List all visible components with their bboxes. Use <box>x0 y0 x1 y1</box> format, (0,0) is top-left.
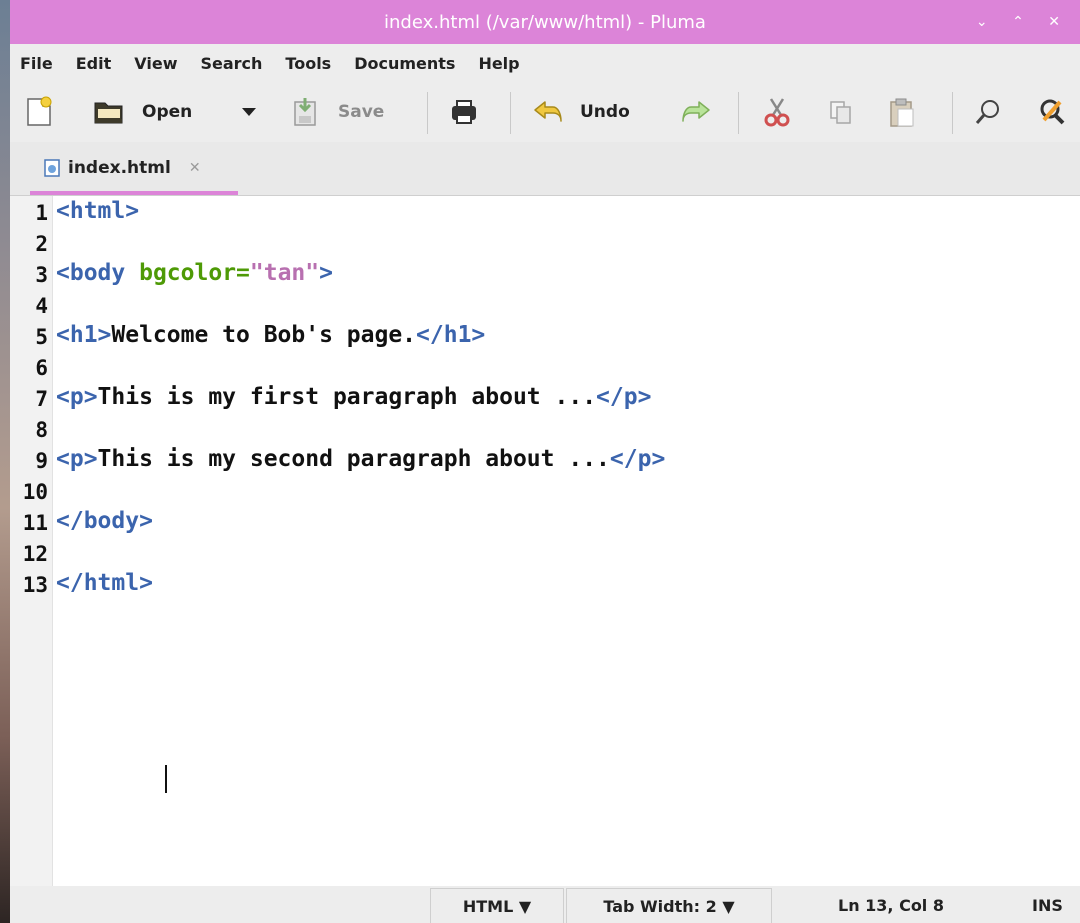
copy-icon <box>830 101 851 124</box>
toolbar-separator <box>738 92 739 134</box>
code-line[interactable]: <p>This is my first paragraph about ...<… <box>56 384 651 410</box>
menu-file[interactable]: File <box>20 54 53 73</box>
recent-files-dropdown[interactable] <box>242 95 256 129</box>
tab-index-html[interactable]: index.html ✕ <box>30 142 238 193</box>
line-number: 7 <box>35 387 48 411</box>
line-number: 10 <box>22 480 48 504</box>
code-line[interactable]: <p>This is my second paragraph about ...… <box>56 446 665 472</box>
menu-search[interactable]: Search <box>200 54 262 73</box>
redo-icon <box>682 101 710 122</box>
scissors-icon <box>764 98 790 127</box>
tab-bar: index.html ✕ <box>10 142 1080 195</box>
paste-icon <box>890 98 914 127</box>
copy-button[interactable] <box>826 95 854 129</box>
line-number: 2 <box>35 232 48 256</box>
undo-icon <box>534 101 562 122</box>
code-line[interactable]: <h1>Welcome to Bob's page.</h1> <box>56 322 485 348</box>
line-number-gutter: 1 2 3 4 5 6 7 8 9 10 11 12 13 <box>10 196 53 887</box>
close-tab-icon[interactable]: ✕ <box>189 160 201 176</box>
search-icon <box>975 100 999 124</box>
save-icon <box>294 98 316 126</box>
line-number: 5 <box>35 325 48 349</box>
toolbar-separator <box>510 92 511 134</box>
menu-view[interactable]: View <box>134 54 177 73</box>
printer-icon <box>452 100 476 124</box>
status-bar: HTML ▼ Tab Width: 2 ▼ Ln 13, Col 8 INS <box>10 886 1080 923</box>
menu-help[interactable]: Help <box>478 54 519 73</box>
text-editor[interactable]: 1 2 3 4 5 6 7 8 9 10 11 12 13 <html> <bod… <box>10 195 1080 887</box>
save-label: Save <box>338 102 385 122</box>
print-button[interactable] <box>448 95 480 129</box>
window-controls[interactable]: ⌄ ⌃ ✕ <box>976 14 1070 30</box>
code-line[interactable]: </body> <box>56 508 153 534</box>
line-number: 12 <box>22 542 48 566</box>
search-replace-icon <box>1040 99 1065 125</box>
line-number: 3 <box>35 263 48 287</box>
cursor-position: Ln 13, Col 8 <box>838 896 944 915</box>
toolbar-separator <box>952 92 953 134</box>
redo-button[interactable] <box>678 95 712 129</box>
dropdown-arrow-icon <box>242 108 256 116</box>
paste-button[interactable] <box>886 95 916 129</box>
line-number: 1 <box>35 201 48 225</box>
line-number: 11 <box>22 511 48 535</box>
menu-documents[interactable]: Documents <box>354 54 455 73</box>
menu-tools[interactable]: Tools <box>285 54 331 73</box>
code-line[interactable]: </html> <box>56 570 153 596</box>
menu-edit[interactable]: Edit <box>76 54 112 73</box>
folder-open-icon <box>94 102 123 124</box>
open-button[interactable]: Open <box>92 95 192 129</box>
new-document-icon <box>27 96 52 126</box>
tab-label: index.html <box>68 157 171 178</box>
title-bar[interactable]: index.html (/var/www/html) - Pluma ⌄ ⌃ ✕ <box>10 0 1080 44</box>
menu-bar: File Edit View Search Tools Documents He… <box>10 44 1080 82</box>
line-number: 13 <box>22 573 48 597</box>
tab-width-label: Tab Width: 2 ▼ <box>603 897 735 916</box>
text-cursor <box>165 765 167 793</box>
insert-mode: INS <box>1032 896 1063 915</box>
toolbar: Open Save Undo <box>10 82 1080 142</box>
open-label: Open <box>142 102 193 122</box>
pluma-window: index.html (/var/www/html) - Pluma ⌄ ⌃ ✕… <box>10 0 1080 923</box>
line-number: 8 <box>35 418 48 442</box>
html-file-icon <box>44 158 60 177</box>
line-number: 9 <box>35 449 48 473</box>
code-line[interactable]: <html> <box>56 198 139 224</box>
cut-button[interactable] <box>762 95 792 129</box>
find-button[interactable] <box>972 95 1004 129</box>
language-selector[interactable]: HTML ▼ <box>430 888 564 923</box>
line-number: 4 <box>35 294 48 318</box>
language-label: HTML ▼ <box>462 897 532 916</box>
window-title: index.html (/var/www/html) - Pluma <box>384 12 706 33</box>
code-line[interactable]: <body bgcolor="tan"> <box>56 260 333 286</box>
undo-button[interactable]: Undo <box>532 95 630 129</box>
toolbar-separator <box>427 92 428 134</box>
replace-button[interactable] <box>1036 95 1068 129</box>
line-number: 6 <box>35 356 48 380</box>
new-document-button[interactable] <box>24 95 54 129</box>
undo-label: Undo <box>580 102 630 122</box>
save-button[interactable]: Save <box>290 95 384 129</box>
tab-width-selector[interactable]: Tab Width: 2 ▼ <box>566 888 772 923</box>
